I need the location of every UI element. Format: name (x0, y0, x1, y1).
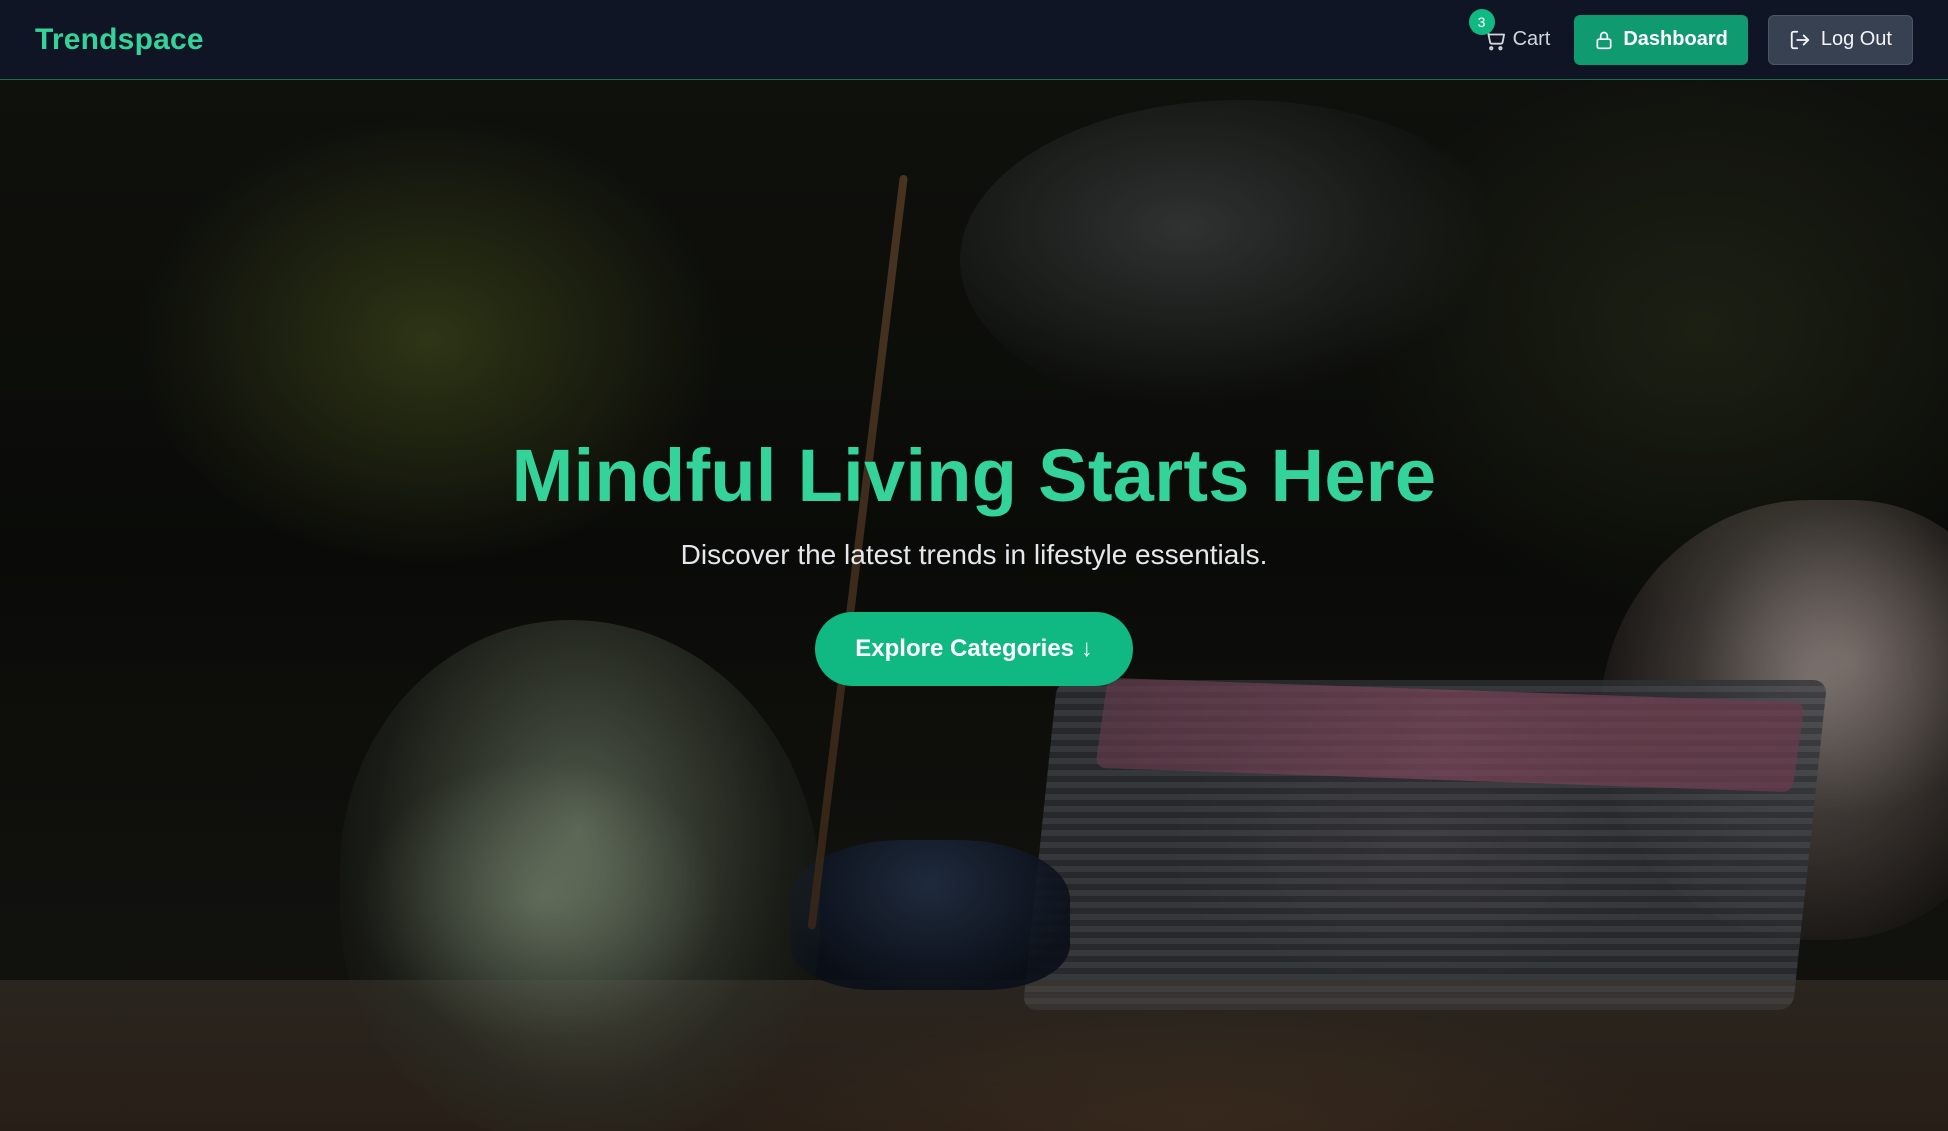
hero-content: Mindful Living Starts Here Discover the … (0, 80, 1948, 1131)
cart-count-badge: 3 (1468, 9, 1495, 35)
nav-actions: 3 Cart Dashboard Log Out (1468, 9, 1913, 65)
hero-subtitle: Discover the latest trends in lifestyle … (680, 539, 1268, 571)
hero-section: Mindful Living Starts Here Discover the … (0, 80, 1948, 1131)
explore-categories-button[interactable]: Explore Categories ↓ (815, 611, 1133, 686)
logout-icon (1789, 29, 1811, 51)
logout-button[interactable]: Log Out (1767, 14, 1913, 65)
lock-icon (1594, 30, 1614, 50)
cart-label: Cart (1512, 28, 1551, 50)
dashboard-button-label: Dashboard (1623, 28, 1728, 50)
hero-title: Mindful Living Starts Here (511, 434, 1437, 517)
brand-logo[interactable]: Trendspace (35, 23, 204, 57)
top-navbar: Trendspace 3 Cart Dashboard Log Out (0, 0, 1948, 80)
logout-button-label: Log Out (1820, 28, 1892, 50)
dashboard-button[interactable]: Dashboard (1574, 14, 1748, 65)
cart-link[interactable]: 3 Cart (1468, 9, 1555, 57)
